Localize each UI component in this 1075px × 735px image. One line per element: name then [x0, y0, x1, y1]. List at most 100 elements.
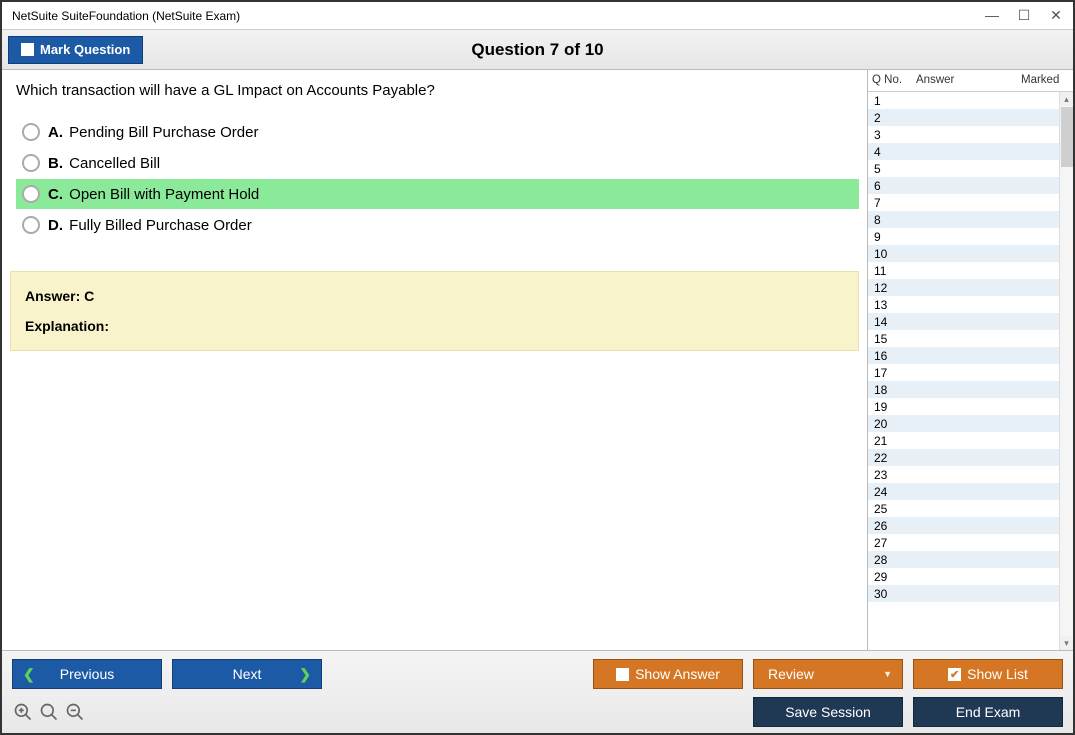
previous-label: Previous — [60, 666, 114, 682]
option-label: B. Cancelled Bill — [48, 155, 160, 172]
review-label: Review — [768, 666, 814, 682]
zoom-in-icon[interactable] — [12, 701, 34, 723]
zoom-reset-icon[interactable] — [38, 701, 60, 723]
question-list-row[interactable]: 8 — [868, 211, 1059, 228]
question-list-row[interactable]: 13 — [868, 296, 1059, 313]
cell-qno: 12 — [868, 281, 912, 295]
question-list-row[interactable]: 7 — [868, 194, 1059, 211]
show-answer-label: Show Answer — [635, 666, 720, 682]
question-list-row[interactable]: 17 — [868, 364, 1059, 381]
titlebar: NetSuite SuiteFoundation (NetSuite Exam)… — [2, 2, 1073, 30]
maximize-icon[interactable]: ☐ — [1017, 7, 1031, 24]
question-list-row[interactable]: 22 — [868, 449, 1059, 466]
cell-qno: 24 — [868, 485, 912, 499]
cell-qno: 8 — [868, 213, 912, 227]
question-list-row[interactable]: 26 — [868, 517, 1059, 534]
cell-qno: 16 — [868, 349, 912, 363]
question-list-row[interactable]: 18 — [868, 381, 1059, 398]
question-list-row[interactable]: 9 — [868, 228, 1059, 245]
question-list-row[interactable]: 2 — [868, 109, 1059, 126]
question-list-panel: Q No. Answer Marked 12345678910111213141… — [867, 70, 1073, 650]
show-answer-button[interactable]: Show Answer — [593, 659, 743, 689]
close-icon[interactable]: ✕ — [1049, 7, 1063, 24]
answer-line: Answer: C — [25, 288, 844, 304]
footer-row-2: Save Session End Exam — [12, 697, 1063, 727]
question-list-row[interactable]: 21 — [868, 432, 1059, 449]
cell-qno: 20 — [868, 417, 912, 431]
radio-icon[interactable] — [22, 154, 40, 172]
question-list-row[interactable]: 29 — [868, 568, 1059, 585]
option-a[interactable]: A. Pending Bill Purchase Order — [16, 117, 859, 147]
question-list-row[interactable]: 1 — [868, 92, 1059, 109]
cell-qno: 23 — [868, 468, 912, 482]
answer-label: Answer: — [25, 288, 80, 304]
mark-question-label: Mark Question — [40, 42, 130, 57]
header-bar: Mark Question Question 7 of 10 — [2, 30, 1073, 70]
option-c[interactable]: C. Open Bill with Payment Hold — [16, 179, 859, 209]
show-list-button[interactable]: ✔ Show List — [913, 659, 1063, 689]
question-list-row[interactable]: 25 — [868, 500, 1059, 517]
question-position-title: Question 7 of 10 — [2, 40, 1073, 60]
next-button[interactable]: Next ❯ — [172, 659, 322, 689]
mark-question-button[interactable]: Mark Question — [8, 36, 143, 64]
question-list-row[interactable]: 28 — [868, 551, 1059, 568]
show-list-checkbox[interactable]: ✔ — [948, 668, 961, 681]
cell-qno: 26 — [868, 519, 912, 533]
cell-qno: 9 — [868, 230, 912, 244]
radio-icon[interactable] — [22, 185, 40, 203]
previous-button[interactable]: ❮ Previous — [12, 659, 162, 689]
mark-question-checkbox[interactable] — [21, 43, 34, 56]
cell-qno: 5 — [868, 162, 912, 176]
next-label: Next — [233, 666, 262, 682]
question-list-row[interactable]: 4 — [868, 143, 1059, 160]
question-area: Which transaction will have a GL Impact … — [2, 70, 867, 650]
show-list-label: Show List — [967, 666, 1028, 682]
question-list-row[interactable]: 20 — [868, 415, 1059, 432]
radio-icon[interactable] — [22, 216, 40, 234]
cell-qno: 10 — [868, 247, 912, 261]
chevron-right-icon: ❯ — [299, 666, 311, 683]
question-list-row[interactable]: 30 — [868, 585, 1059, 602]
question-list-row[interactable]: 10 — [868, 245, 1059, 262]
question-list-row[interactable]: 24 — [868, 483, 1059, 500]
scroll-up-icon[interactable]: ▴ — [1060, 92, 1073, 106]
question-list-row[interactable]: 14 — [868, 313, 1059, 330]
radio-icon[interactable] — [22, 123, 40, 141]
explanation-label: Explanation: — [25, 318, 844, 334]
question-list-row[interactable]: 23 — [868, 466, 1059, 483]
question-list-row[interactable]: 12 — [868, 279, 1059, 296]
option-label: D. Fully Billed Purchase Order — [48, 217, 252, 234]
chevron-down-icon: ▼ — [883, 669, 892, 679]
question-list-row[interactable]: 6 — [868, 177, 1059, 194]
option-d[interactable]: D. Fully Billed Purchase Order — [16, 210, 859, 240]
question-list-row[interactable]: 27 — [868, 534, 1059, 551]
question-list-row[interactable]: 5 — [868, 160, 1059, 177]
question-list-rows: 1234567891011121314151617181920212223242… — [868, 92, 1073, 650]
col-header-qno: Q No. — [868, 70, 912, 91]
question-list-row[interactable]: 15 — [868, 330, 1059, 347]
scroll-thumb[interactable] — [1061, 107, 1073, 167]
cell-qno: 1 — [868, 94, 912, 108]
cell-qno: 2 — [868, 111, 912, 125]
option-label: A. Pending Bill Purchase Order — [48, 124, 258, 141]
window-title: NetSuite SuiteFoundation (NetSuite Exam) — [12, 9, 240, 23]
question-list-header: Q No. Answer Marked — [868, 70, 1073, 92]
scroll-down-icon[interactable]: ▾ — [1060, 636, 1073, 650]
cell-qno: 18 — [868, 383, 912, 397]
option-b[interactable]: B. Cancelled Bill — [16, 148, 859, 178]
question-list-scrollbar[interactable]: ▴ ▾ — [1059, 92, 1073, 650]
answer-panel: Answer: C Explanation: — [10, 271, 859, 351]
cell-qno: 25 — [868, 502, 912, 516]
save-session-button[interactable]: Save Session — [753, 697, 903, 727]
end-exam-button[interactable]: End Exam — [913, 697, 1063, 727]
minimize-icon[interactable]: — — [985, 7, 999, 24]
footer-row-1: ❮ Previous Next ❯ Show Answer Review ▼ ✔… — [12, 659, 1063, 689]
cell-qno: 17 — [868, 366, 912, 380]
question-list-row[interactable]: 16 — [868, 347, 1059, 364]
show-answer-checkbox[interactable] — [616, 668, 629, 681]
question-list-row[interactable]: 11 — [868, 262, 1059, 279]
question-list-row[interactable]: 3 — [868, 126, 1059, 143]
zoom-out-icon[interactable] — [64, 701, 86, 723]
review-dropdown[interactable]: Review ▼ — [753, 659, 903, 689]
question-list-row[interactable]: 19 — [868, 398, 1059, 415]
